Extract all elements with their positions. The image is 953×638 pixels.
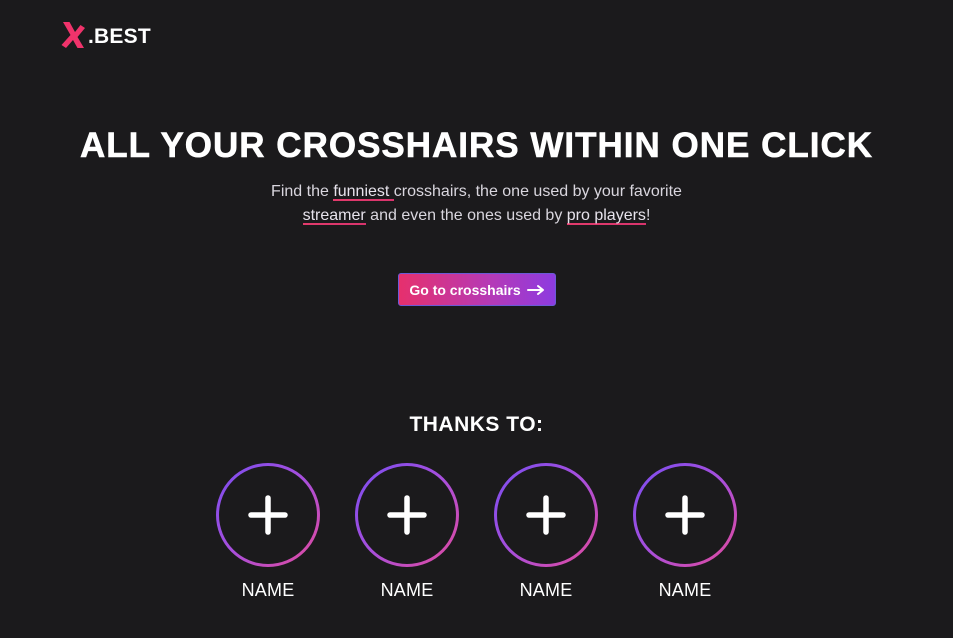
page: .BEST ALL YOUR CROSSHAIRS WITHIN ONE CLI… bbox=[0, 0, 953, 638]
hero-description-line-1: Find the funniest crosshairs, the one us… bbox=[0, 180, 953, 204]
supporter-item: NAME bbox=[494, 463, 598, 601]
supporter-avatar-button[interactable] bbox=[633, 463, 737, 567]
plus-icon bbox=[526, 495, 566, 535]
logo-link[interactable]: .BEST bbox=[60, 20, 151, 50]
avatar-placeholder bbox=[636, 466, 734, 564]
logo-text: .BEST bbox=[88, 25, 151, 48]
streamer-link[interactable]: streamer bbox=[302, 207, 366, 225]
x-mark-icon bbox=[61, 22, 85, 48]
funniest-link[interactable]: funniest bbox=[333, 183, 394, 201]
avatar-placeholder bbox=[219, 466, 317, 564]
thanks-title: THANKS TO: bbox=[409, 413, 544, 436]
supporter-name: NAME bbox=[380, 580, 434, 600]
hero-title: ALL YOUR CROSSHAIRS WITHIN ONE CLICK bbox=[79, 126, 874, 166]
avatar-placeholder bbox=[497, 466, 595, 564]
desc-text: Find the bbox=[271, 183, 334, 200]
supporter-item: NAME bbox=[633, 463, 737, 601]
supporter-avatar-button[interactable] bbox=[216, 463, 320, 567]
go-to-crosshairs-button[interactable]: Go to crosshairs bbox=[398, 273, 556, 306]
hero-description-line-2: streamer and even the ones used by pro p… bbox=[0, 204, 953, 228]
avatar-placeholder bbox=[358, 466, 456, 564]
supporter-name: NAME bbox=[658, 580, 712, 600]
hero-description: Find the funniest crosshairs, the one us… bbox=[0, 180, 953, 228]
desc-text: ! bbox=[645, 207, 651, 224]
supporter-item: NAME bbox=[355, 463, 459, 601]
plus-icon bbox=[387, 495, 427, 535]
supporter-name: NAME bbox=[241, 580, 295, 600]
plus-icon bbox=[665, 495, 705, 535]
supporters-list: NAME NAME NAME NAME bbox=[0, 463, 953, 601]
cta-label: Go to crosshairs bbox=[409, 281, 521, 298]
desc-text: crosshairs, the one used by your favorit… bbox=[393, 183, 682, 200]
supporter-avatar-button[interactable] bbox=[494, 463, 598, 567]
supporter-avatar-button[interactable] bbox=[355, 463, 459, 567]
supporter-item: NAME bbox=[216, 463, 320, 601]
plus-icon bbox=[248, 495, 288, 535]
arrow-right-icon bbox=[526, 284, 544, 295]
desc-text: and even the ones used by bbox=[365, 207, 567, 224]
pro-players-link[interactable]: pro players bbox=[566, 207, 646, 225]
supporter-name: NAME bbox=[519, 580, 573, 600]
